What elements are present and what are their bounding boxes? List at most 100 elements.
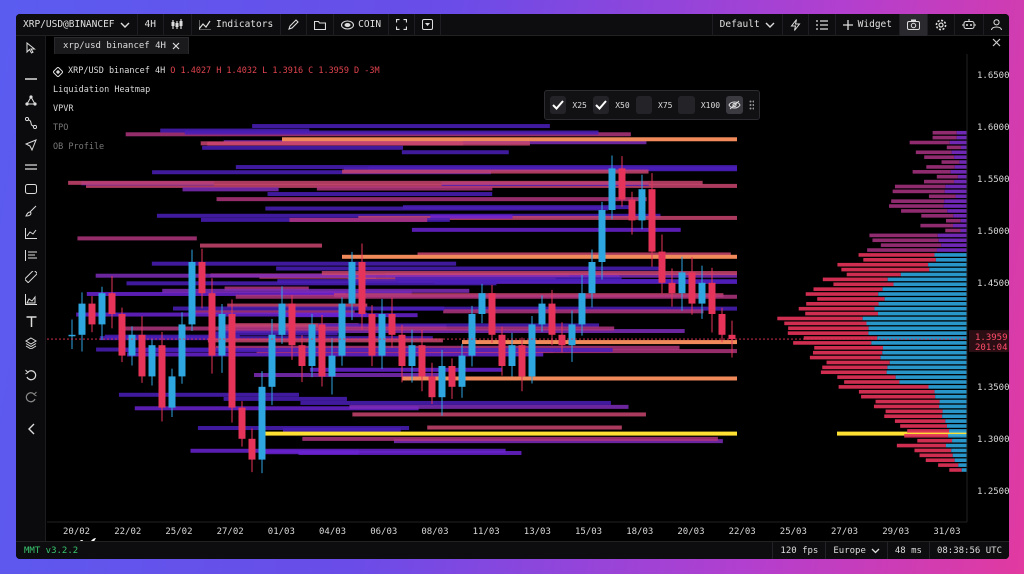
screenshot-panel-button[interactable] — [415, 14, 442, 36]
close-icon[interactable] — [172, 42, 180, 50]
x75-checkbox[interactable] — [635, 96, 653, 114]
vpvr-bar-sell — [900, 424, 947, 428]
layers-tool[interactable] — [21, 334, 41, 352]
fps-readout: 120 fps — [772, 541, 825, 559]
vpvr-bar-sell — [814, 346, 883, 350]
layer-vpvr[interactable]: VPVR — [53, 100, 380, 119]
collapse-toolbar-button[interactable] — [21, 420, 41, 438]
chart-tab[interactable]: xrp/usd binancef 4H — [54, 36, 189, 54]
hide-toggle-button[interactable] — [726, 96, 743, 114]
alerts-button[interactable] — [783, 14, 809, 36]
fullscreen-button[interactable] — [389, 14, 416, 36]
heatmap-band — [427, 425, 622, 430]
heatmap-band — [300, 400, 611, 405]
x50-checkbox[interactable] — [592, 96, 610, 114]
vpvr-bar-sell — [837, 262, 929, 267]
vpvr-bar-buy — [939, 404, 967, 409]
indicators-label: Indicators — [215, 19, 274, 30]
vpvr-bar-sell — [784, 321, 867, 326]
vpvr-bar-buy — [958, 463, 967, 467]
drag-handle-icon[interactable] — [749, 100, 754, 110]
bot-button[interactable] — [955, 14, 984, 36]
ruler-tool[interactable] — [21, 268, 41, 286]
x25-checkbox[interactable] — [550, 96, 567, 114]
heatmap-band — [321, 271, 737, 276]
vpvr-bar-buy — [889, 360, 967, 365]
candle-body — [68, 334, 76, 337]
candle-body — [108, 293, 116, 314]
text-list-tool[interactable] — [21, 246, 41, 264]
vpvr-bar-buy — [955, 194, 967, 199]
vpvr-bar-sell — [817, 297, 885, 301]
close-panel-icon[interactable] — [992, 38, 1001, 47]
vpvr-bar-buy — [882, 287, 967, 291]
area-tool[interactable] — [21, 290, 41, 308]
redo-button[interactable] — [21, 388, 41, 406]
time-tick-label: 22/03 — [729, 527, 756, 537]
undo-button[interactable] — [21, 366, 41, 384]
chart-line-tool[interactable] — [21, 224, 41, 242]
nodes-tool[interactable] — [21, 92, 41, 110]
vpvr-bar-sell — [891, 199, 945, 203]
rectangle-tool[interactable] — [21, 180, 41, 198]
coin-button[interactable]: COIN — [334, 14, 390, 36]
x100-checkbox[interactable] — [678, 96, 695, 114]
vpvr-bar-sell — [932, 130, 957, 135]
pencil-icon — [288, 19, 299, 30]
vpvr-bar-buy — [935, 258, 967, 262]
region-selector[interactable]: Europe — [825, 541, 887, 559]
version-label: MMT v3.2.2 — [24, 545, 79, 556]
candle-body — [658, 251, 666, 283]
candles-icon — [171, 19, 183, 29]
chart-tab-label: xrp/usd binancef 4H — [63, 40, 166, 51]
candle-body — [348, 262, 356, 304]
folder-button[interactable] — [307, 14, 335, 36]
vpvr-bar-buy — [946, 424, 967, 428]
vpvr-bar-buy — [949, 140, 967, 145]
camera-button[interactable] — [900, 14, 928, 36]
eye-off-icon — [728, 100, 741, 110]
add-widget-button[interactable]: Widget — [836, 14, 900, 36]
interval-selector[interactable]: 4H — [138, 14, 164, 36]
line-tool[interactable] — [21, 70, 41, 88]
cursor-tool[interactable] — [21, 39, 41, 57]
settings-button[interactable] — [928, 14, 955, 36]
layout-selector[interactable]: Default — [711, 14, 783, 36]
layer-liquidation-heatmap[interactable]: Liquidation Heatmap — [53, 81, 380, 100]
layer-ob-profile[interactable]: OB Profile — [53, 138, 380, 157]
path-tool[interactable] — [21, 114, 41, 132]
brush-tool[interactable] — [21, 202, 41, 220]
arrow-tool[interactable] — [21, 136, 41, 154]
symbol-selector[interactable]: XRP/USD@BINANCEF — [16, 14, 138, 36]
vpvr-bar-sell — [841, 267, 930, 272]
draw-button[interactable] — [281, 14, 308, 36]
vpvr-bar-sell — [826, 360, 890, 365]
text-tool[interactable] — [21, 312, 41, 330]
indicators-button[interactable]: Indicators — [192, 14, 282, 36]
time-tick-label: 04/03 — [319, 527, 346, 537]
vpvr-bar-sell — [858, 389, 935, 394]
vpvr-bar-sell — [872, 238, 939, 243]
text-icon — [26, 315, 36, 327]
watchlist-button[interactable] — [809, 14, 836, 36]
candle-body — [648, 189, 656, 252]
layer-tpo[interactable]: TPO — [53, 119, 380, 138]
vpvr-bar-buy — [947, 209, 967, 213]
chart-area[interactable]: 1.65001.60001.55001.50001.45001.40001.35… — [47, 54, 1009, 550]
binance-icon — [53, 66, 63, 77]
status-bar: MMT v3.2.2 120 fps Europe 48 ms 08:38:56… — [16, 541, 1009, 559]
heatmap-band — [162, 288, 470, 293]
account-button[interactable] — [984, 14, 1009, 36]
folder-icon — [314, 20, 327, 30]
vpvr-bar-buy — [887, 365, 967, 370]
vpvr-bar-buy — [934, 253, 967, 257]
vpvr-bar-sell — [873, 404, 940, 409]
chart-type-button[interactable] — [164, 14, 192, 36]
vpvr-bar-sell — [809, 355, 881, 360]
vpvr-bar-sell — [919, 453, 953, 458]
latency-readout: 48 ms — [886, 541, 929, 559]
time-tick-label: 22/02 — [114, 527, 141, 537]
double-line-tool[interactable] — [21, 158, 41, 176]
candle-body — [518, 345, 526, 377]
vpvr-bar-sell — [920, 223, 954, 228]
